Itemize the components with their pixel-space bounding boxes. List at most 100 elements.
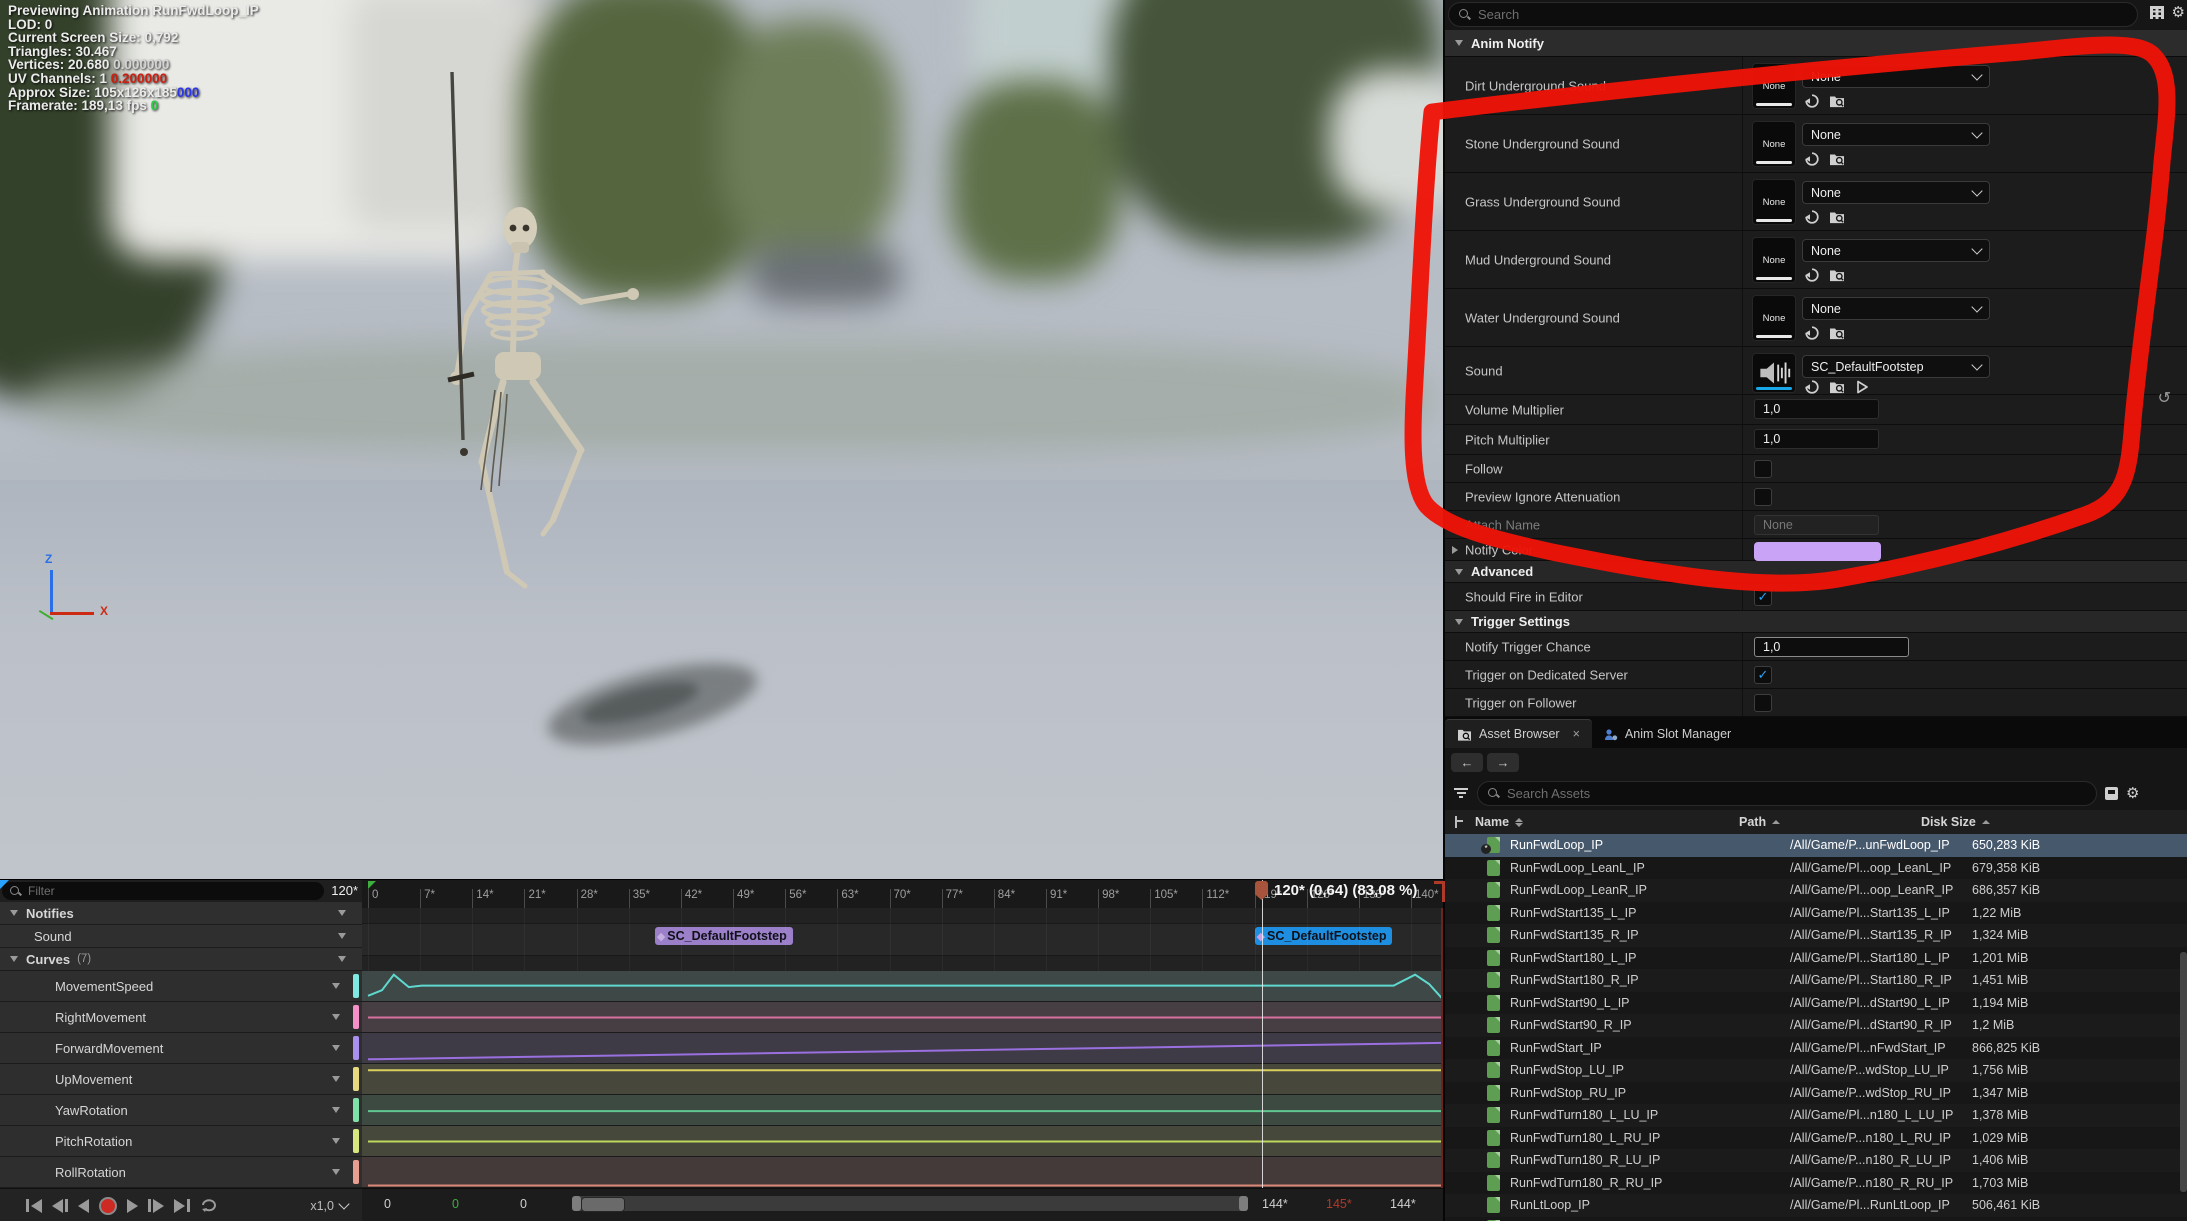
value-input[interactable]: 1,0 — [1754, 429, 1879, 449]
filter-icon[interactable] — [1453, 788, 1469, 798]
browse-to-asset-icon[interactable] — [1829, 209, 1845, 230]
track-row-forwardmovement[interactable]: ForwardMovement — [0, 1033, 362, 1064]
curve-lane-upmovement[interactable] — [362, 1064, 1443, 1095]
asset-picker-dropdown[interactable]: None — [1802, 297, 1990, 320]
notify-color-swatch[interactable] — [1754, 542, 1881, 561]
track-options-icon[interactable] — [338, 933, 346, 939]
settings-gear-icon[interactable]: ⚙ — [2172, 3, 2185, 21]
track-row-pitchrotation[interactable]: PitchRotation — [0, 1126, 362, 1157]
notify-track-area[interactable]: ◆SC_DefaultFootstep ◆SC_DefaultFootstep — [362, 908, 1443, 971]
column-header-name[interactable]: Name — [1475, 815, 1739, 829]
track-row-yawrotation[interactable]: YawRotation — [0, 1095, 362, 1126]
asset-row[interactable]: RunFwdLoop_LeanL_IP/All/Game/Pl...oop_Le… — [1445, 857, 2187, 880]
view-options-gear-icon[interactable]: ⚙ — [2126, 784, 2139, 802]
asset-row[interactable]: RunFwdStart135_R_IP/All/Game/Pl...Start1… — [1445, 924, 2187, 947]
browse-to-asset-icon[interactable] — [1829, 151, 1845, 172]
asset-picker-dropdown[interactable]: None — [1802, 239, 1990, 262]
asset-row[interactable]: RunLtLoop_IP/All/Game/Pl...RunLtLoop_IP5… — [1445, 1194, 2187, 1217]
track-row-movementspeed[interactable]: MovementSpeed — [0, 971, 362, 1002]
checkbox[interactable]: ✓ — [1754, 588, 1772, 606]
track-options-icon[interactable] — [332, 1169, 340, 1175]
track-options-icon[interactable] — [332, 1076, 340, 1082]
asset-row[interactable]: RunFwdStop_RU_IP/All/Game/P...wdStop_RU_… — [1445, 1082, 2187, 1105]
track-row-upmovement[interactable]: UpMovement — [0, 1064, 362, 1095]
audio-asset-thumbnail[interactable] — [1752, 353, 1796, 393]
value-input[interactable]: None — [1754, 515, 1879, 535]
asset-row[interactable]: RunFwdStart90_L_IP/All/Game/Pl...dStart9… — [1445, 992, 2187, 1015]
sound-notify-lane[interactable]: ◆SC_DefaultFootstep ◆SC_DefaultFootstep — [362, 923, 1443, 956]
reset-to-default-icon[interactable]: ↺ — [2158, 388, 2171, 408]
none-asset-thumbnail[interactable]: None — [1752, 179, 1796, 225]
curve-lanes[interactable] — [362, 971, 1443, 1188]
use-selected-asset-icon[interactable] — [1804, 151, 1820, 172]
track-options-icon[interactable] — [338, 910, 346, 916]
go-to-start-button[interactable] — [26, 1199, 42, 1213]
track-options-icon[interactable] — [332, 1014, 340, 1020]
track-row-rollrotation[interactable]: RollRotation — [0, 1157, 362, 1188]
browse-to-asset-icon[interactable] — [1829, 325, 1845, 346]
expander-icon[interactable] — [1452, 546, 1458, 554]
curve-lane-rollrotation[interactable] — [362, 1157, 1443, 1188]
track-row-rightmovement[interactable]: RightMovement — [0, 1002, 362, 1033]
tab-anim-slot-manager[interactable]: Anim Slot Manager — [1592, 720, 1743, 748]
use-selected-asset-icon[interactable] — [1804, 267, 1820, 288]
asset-row[interactable]: RunFwdTurn180_L_RU_IP/All/Game/P...n180_… — [1445, 1127, 2187, 1150]
track-row-curves[interactable]: Curves(7) — [0, 948, 362, 971]
notify-tag-sc-defaultfootstep[interactable]: ◆SC_DefaultFootstep — [655, 927, 793, 945]
column-header-path[interactable]: Path — [1739, 815, 1909, 829]
asset-picker-dropdown[interactable]: None — [1802, 65, 1990, 88]
section-header-trigger-settings[interactable]: Trigger Settings — [1445, 611, 2187, 633]
curve-lane-movementspeed[interactable] — [362, 971, 1443, 1002]
playhead-line[interactable] — [1262, 880, 1263, 1188]
history-back-button[interactable]: ← — [1451, 753, 1483, 772]
track-options-icon[interactable] — [332, 983, 340, 989]
asset-picker-dropdown[interactable]: None — [1802, 181, 1990, 204]
timeline-track-area[interactable]: 07*14*21*28*35*42*49*56*63*70*77*84*91*9… — [362, 880, 1443, 1221]
none-asset-thumbnail[interactable]: None — [1752, 295, 1796, 341]
use-selected-asset-icon[interactable] — [1804, 209, 1820, 230]
step-back-button[interactable] — [52, 1199, 68, 1213]
grid-view-icon[interactable] — [2150, 6, 2164, 19]
step-forward-button[interactable] — [148, 1199, 164, 1213]
track-filter-input[interactable]: Filter — [2, 882, 324, 900]
use-selected-asset-icon[interactable] — [1804, 93, 1820, 114]
asset-row[interactable]: RunFwdStart90_R_IP/All/Game/Pl...dStart9… — [1445, 1014, 2187, 1037]
asset-row[interactable]: RunFwdTurn180_L_LU_IP/All/Game/Pl...n180… — [1445, 1104, 2187, 1127]
history-forward-button[interactable]: → — [1487, 753, 1519, 772]
track-options-icon[interactable] — [332, 1138, 340, 1144]
track-row-notifies[interactable]: Notifies — [0, 902, 362, 925]
asset-row[interactable]: RunFwdStop_LU_IP/All/Game/P...wdStop_LU_… — [1445, 1059, 2187, 1082]
curve-lane-pitchrotation[interactable] — [362, 1126, 1443, 1157]
asset-row[interactable] — [1445, 1217, 2187, 1221]
track-row-sound[interactable]: Sound — [0, 925, 362, 948]
use-selected-asset-icon[interactable] — [1804, 325, 1820, 346]
asset-search-input[interactable]: Search Assets — [1477, 781, 2097, 806]
checkbox[interactable]: ✓ — [1754, 666, 1772, 684]
track-options-icon[interactable] — [332, 1045, 340, 1051]
timeline-scrollbar[interactable] — [572, 1196, 1248, 1211]
anim-notify-section-header[interactable]: Anim Notify — [1445, 30, 2187, 57]
checkbox[interactable] — [1754, 694, 1772, 712]
curve-lane-rightmovement[interactable] — [362, 1002, 1443, 1033]
playback-speed-control[interactable]: x1,0 — [310, 1199, 348, 1213]
notify-tag-sc-defaultfootstep[interactable]: ◆SC_DefaultFootstep — [1255, 927, 1393, 945]
none-asset-thumbnail[interactable]: None — [1752, 121, 1796, 167]
asset-row[interactable]: RunFwdStart135_L_IP/All/Game/Pl...Start1… — [1445, 902, 2187, 925]
none-asset-thumbnail[interactable]: None — [1752, 237, 1796, 283]
section-header-advanced[interactable]: Advanced — [1445, 561, 2187, 583]
checkbox[interactable] — [1754, 488, 1772, 506]
play-button[interactable] — [127, 1199, 138, 1213]
browse-to-asset-icon[interactable] — [1829, 93, 1845, 114]
record-button[interactable] — [99, 1197, 117, 1215]
tab-asset-browser[interactable]: Asset Browser × — [1445, 719, 1592, 748]
value-input[interactable]: 1,0 — [1754, 637, 1909, 657]
track-options-icon[interactable] — [338, 956, 346, 962]
asset-row[interactable]: RunFwdStart_IP/All/Game/Pl...nFwdStart_I… — [1445, 1037, 2187, 1060]
value-input[interactable]: 1,0 — [1754, 399, 1879, 419]
asset-list-scrollbar[interactable] — [2180, 952, 2187, 1192]
close-icon[interactable]: × — [1573, 727, 1580, 741]
checkbox[interactable] — [1754, 460, 1772, 478]
asset-row[interactable]: RunFwdTurn180_R_LU_IP/All/Game/P...n180_… — [1445, 1149, 2187, 1172]
asset-row[interactable]: RunFwdTurn180_R_RU_IP/All/Game/P...n180_… — [1445, 1172, 2187, 1195]
viewport-3d[interactable]: Previewing Animation RunFwdLoop_IPLOD: 0… — [0, 0, 1443, 879]
